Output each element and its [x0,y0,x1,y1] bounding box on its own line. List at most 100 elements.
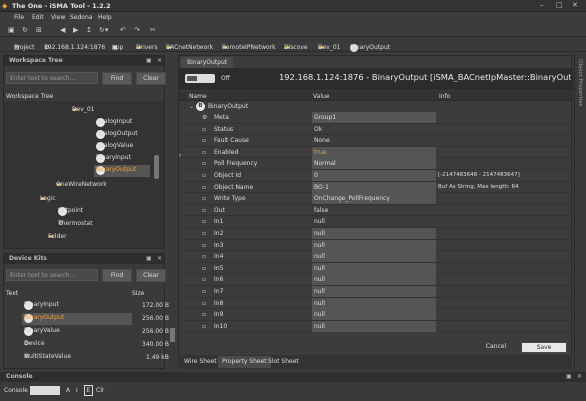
table-row[interactable]: ▫ In8 null [178,297,572,310]
table-row[interactable]: ▫ Poll Frequency Normal [178,158,572,170]
object-properties-label: Object Properties [577,59,583,107]
up-icon[interactable]: ↥ [86,26,92,34]
back-icon[interactable]: ◀ [60,26,65,34]
maximize-button[interactable]: □ [556,1,563,9]
console-filter-a[interactable]: A [66,387,70,394]
menu-file[interactable]: File [14,14,24,21]
table-row[interactable]: ▫ In5 null [178,262,572,275]
console-filter-i[interactable]: I [76,387,78,394]
devicekits-clear-button[interactable]: Clear [136,269,166,282]
table-row[interactable]: ⚙ Meta Group1 [178,112,572,124]
tab-property-sheet[interactable]: Property Sheet [218,356,271,368]
devicekits-search-input[interactable]: Enter text to search... [6,269,98,281]
console-input[interactable] [30,386,60,395]
menu-edit[interactable]: Edit [32,14,44,21]
off-toggle[interactable] [185,74,215,83]
property-icon: ▫ [202,125,207,133]
list-item-size: 256.00 B [142,315,170,322]
menu-help[interactable]: Help [98,14,112,21]
property-icon: ▫ [202,276,207,284]
undo-icon[interactable]: ↶ [120,26,126,34]
refresh-icon[interactable]: ↻ [22,26,28,34]
property-icon: ▫ [202,137,207,145]
table-row[interactable]: ▫ In7 null [178,286,572,298]
tab-slot-sheet[interactable]: Slot Sheet [264,356,303,368]
table-row[interactable]: ▫ In9 null [178,309,572,321]
table-row[interactable]: ▫ In6 null [178,274,572,286]
workspace-tree-label: Workspace Tree [6,93,54,100]
table-row[interactable]: ▫ In10 null [178,320,572,333]
property-icon: ▫ [202,160,207,168]
table-row[interactable]: ▫ Enabled true [178,146,572,159]
table-row[interactable]: ▫ Write Type OnChange_PollFrequency [178,193,572,205]
property-icon: ▫ [202,172,207,179]
workspace-title: Workspace Tree [4,56,164,66]
table-row[interactable]: ▫ Fault Cause None [178,135,572,147]
property-icon: ▫ [202,218,207,226]
root-node[interactable]: ⌄ B BinaryOutput [189,102,248,111]
property-icon: ▫ [202,241,207,249]
close-button[interactable]: ✕ [572,1,578,9]
table-row[interactable]: ▫ In1 null [178,216,572,228]
panel-close-icon[interactable]: ✕ [577,373,582,380]
property-icon: ▫ [202,195,207,203]
list-item-size: 1.49 kB [146,354,169,361]
table-row[interactable]: ▫ In3 null [178,239,572,252]
property-icon: ▫ [202,299,207,307]
col-value: Value [313,93,330,100]
panel-menu-icon[interactable]: ▣ [566,373,572,380]
table-row[interactable]: ▫ In4 null [178,251,572,263]
cancel-button[interactable]: Cancel [475,342,517,353]
cut-icon[interactable]: ✂ [150,26,156,34]
property-icon: ▫ [202,230,207,237]
property-icon: ▫ [202,322,207,330]
workspace-find-button[interactable]: Find [102,72,132,85]
devicekits-list: B BinaryInput 172.00 B B BinaryOutput 256.… [4,298,175,368]
list-item-size: 256.00 B [142,328,170,335]
table-row[interactable]: ▫ Out false [178,205,572,217]
devicekits-panel: Device Kits ▣ ✕ Enter text to search... … [3,253,175,369]
panel-menu-icon[interactable]: ▣ [146,255,152,262]
property-icon: ▫ [202,288,207,295]
list-scrollbar-thumb[interactable] [170,328,175,342]
minimize-button[interactable]: – [540,1,544,9]
editor-header: Off 192.168.1.124:1876 - BinaryOutput [i… [179,68,573,90]
property-icon: ▫ [202,183,207,191]
app-icon: ◆ [2,2,8,10]
toggle-label: Off [221,75,230,82]
workspace-panel: Workspace Tree ▣ ✕ Enter text to search.… [3,55,166,249]
object-properties-sidebar[interactable]: Object Properties [574,55,586,369]
console-clear-button[interactable]: Clr [96,387,104,394]
devicekits-col-size: Size [132,290,145,297]
panel-close-icon[interactable]: ✕ [157,57,162,64]
menu-sedona[interactable]: Sedona [70,14,92,21]
table-row[interactable]: ▫ Object Name BO-1 Buf As String, Max lengt… [178,181,572,194]
save-icon[interactable]: ▣ [8,26,15,34]
console-label: Console [4,387,28,394]
property-icon: ▫ [202,206,207,214]
console-title: Console [6,373,33,380]
devicekits-col-text: Text [6,290,19,297]
menu-view[interactable]: View [51,14,65,21]
forward-icon[interactable]: ▶ [73,26,78,34]
workspace-clear-button[interactable]: Clear [136,72,166,85]
save-button[interactable]: Save [521,342,567,353]
table-row[interactable]: ▫ Status Ok [178,124,572,136]
sheet-tabs: Wire Sheet Property Sheet Slot Sheet [178,355,572,369]
table-row[interactable]: ▫ In2 null [178,228,572,240]
table-row[interactable]: ▫ Object Id 0 [-2147483648 - 2147483647] [178,170,572,182]
tab-wire-sheet[interactable]: Wire Sheet [180,356,221,368]
connect-icon[interactable]: ⊞ [36,26,42,34]
panel-menu-icon[interactable]: ▣ [146,57,152,64]
devicekits-find-button[interactable]: Find [102,269,132,282]
tree-scrollbar-thumb[interactable] [154,155,159,179]
console-filter-e[interactable]: E [84,385,93,396]
workspace-search-input[interactable]: Enter text to search... [6,72,98,84]
panel-close-icon[interactable]: ✕ [157,255,162,262]
col-name: Name [189,93,207,100]
menu-bar: File Edit View Sedona Help [0,12,586,23]
workspace-tree: ⌄ ▬ Dev_01 N AnalogInput N AnalogOutput NA… [4,101,164,248]
redo-icon[interactable]: ↷ [134,26,140,34]
tab-binaryoutput[interactable]: BinaryOutput [181,57,234,68]
history-icon[interactable]: ↻▾ [99,26,108,34]
